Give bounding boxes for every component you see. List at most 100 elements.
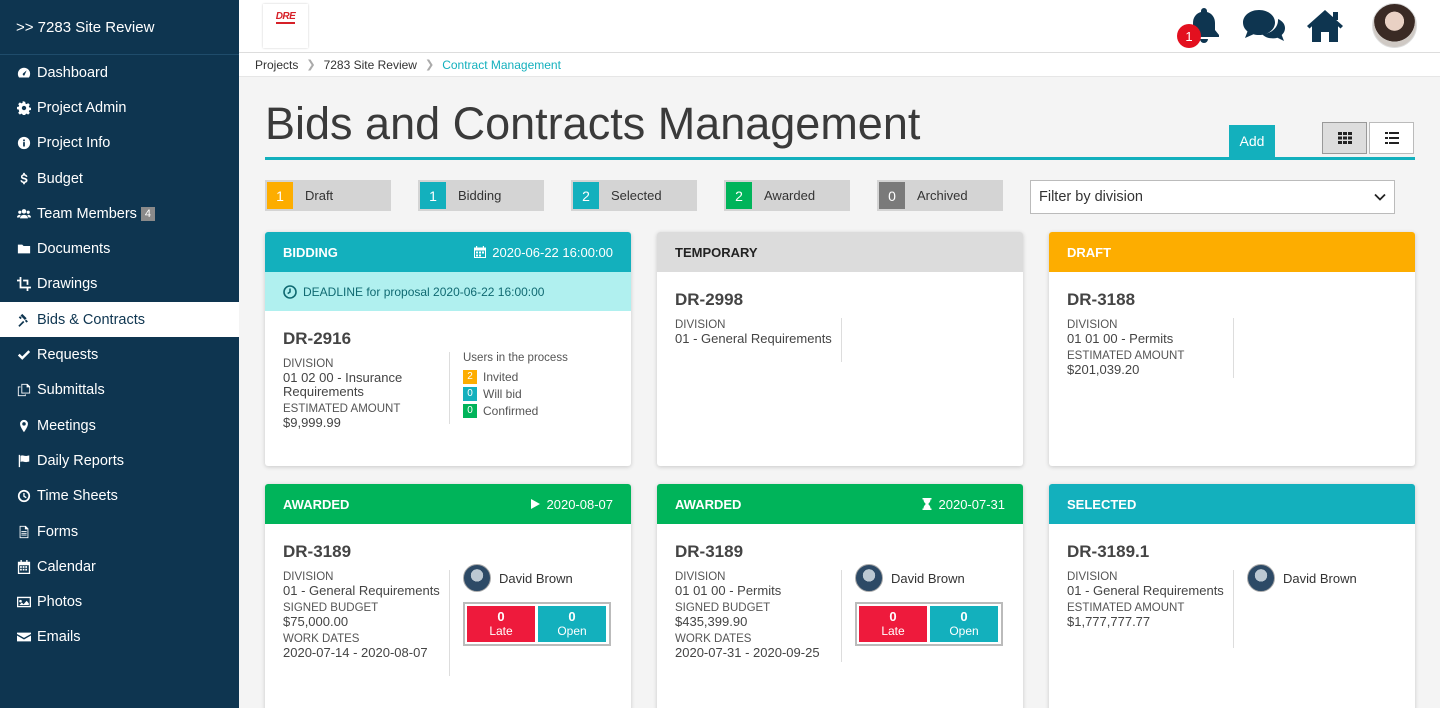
sidebar-item-forms[interactable]: Forms <box>0 514 239 549</box>
title-divider <box>265 157 1415 160</box>
map-marker-icon <box>17 419 31 433</box>
work-dates-label: WORK DATES <box>675 633 752 645</box>
late-counter[interactable]: 0 Late <box>859 606 927 642</box>
division-filter-select[interactable]: Filter by division <box>1030 180 1395 214</box>
sidebar-item-label: Bids & Contracts <box>37 311 145 328</box>
sidebar-item-drawings[interactable]: Drawings <box>0 267 239 302</box>
user-avatar[interactable] <box>1372 3 1417 48</box>
sidebar-item-budget[interactable]: Budget <box>0 161 239 196</box>
status-count: 1 <box>265 180 295 211</box>
card-status: TEMPORARY <box>675 244 758 260</box>
copy-icon <box>17 383 31 397</box>
card-header: AWARDED 2020-08-07 <box>265 484 631 524</box>
grid-view-button[interactable] <box>1322 122 1367 154</box>
card-date: 2020-06-22 16:00:00 <box>492 244 613 260</box>
chat-icon[interactable] <box>1241 8 1287 51</box>
late-counter[interactable]: 0 Late <box>467 606 535 642</box>
sidebar-item-label: Meetings <box>37 417 96 434</box>
amount-label: ESTIMATED AMOUNT <box>1067 350 1185 362</box>
sidebar-item-project-info[interactable]: Project Info <box>0 126 239 161</box>
sidebar-item-project-admin[interactable]: Project Admin <box>0 90 239 125</box>
contract-card[interactable]: AWARDED 2020-08-07 DR-3189 DIVISION 01 -… <box>265 484 631 708</box>
contract-card[interactable]: SELECTED DR-3189.1 DIVISION 01 - General… <box>1049 484 1415 708</box>
sidebar-item-daily-reports[interactable]: Daily Reports <box>0 443 239 478</box>
status-label: Awarded <box>764 188 816 203</box>
assigned-person[interactable]: David Brown <box>463 564 611 592</box>
flag-icon <box>17 454 31 468</box>
add-button[interactable]: Add <box>1229 125 1275 157</box>
column-divider <box>841 318 842 362</box>
breadcrumb-project[interactable]: 7283 Site Review <box>324 58 417 72</box>
dollar-icon <box>17 172 31 186</box>
breadcrumb-projects[interactable]: Projects <box>255 58 298 72</box>
contract-id: DR-3189 <box>283 542 352 561</box>
contract-card[interactable]: DRAFT DR-3188 DIVISION 01 01 00 - Permit… <box>1049 232 1415 466</box>
status-filter-bidding[interactable]: 1 Bidding <box>418 180 544 211</box>
sidebar-item-label: Emails <box>37 629 81 646</box>
calendar-icon <box>474 246 487 258</box>
division-label: DIVISION <box>283 358 334 370</box>
sidebar-item-documents[interactable]: Documents <box>0 231 239 266</box>
hourglass-icon <box>922 498 931 510</box>
sidebar-item-label: Submittals <box>37 382 105 399</box>
sidebar-item-time-sheets[interactable]: Time Sheets <box>0 479 239 514</box>
company-logo[interactable]: DRE <box>263 4 308 48</box>
assigned-person[interactable]: David Brown <box>855 564 1003 592</box>
contract-card[interactable]: TEMPORARY DR-2998 DIVISION 01 - General … <box>657 232 1023 466</box>
contract-card[interactable]: AWARDED 2020-07-31 DR-3189 DIVISION 01 0… <box>657 484 1023 708</box>
info-icon <box>17 136 31 150</box>
sidebar-item-label: Calendar <box>37 558 96 575</box>
breadcrumb: Projects ❯ 7283 Site Review ❯ Contract M… <box>239 53 1440 77</box>
project-title[interactable]: >> 7283 Site Review <box>0 0 239 55</box>
work-dates-value: 2020-07-31 - 2020-09-25 <box>675 645 820 660</box>
users-icon <box>17 207 31 221</box>
sidebar-item-submittals[interactable]: Submittals <box>0 373 239 408</box>
sidebar-item-emails[interactable]: Emails <box>0 620 239 655</box>
sidebar-item-requests[interactable]: Requests <box>0 337 239 372</box>
sidebar-item-calendar[interactable]: Calendar <box>0 549 239 584</box>
home-icon[interactable] <box>1305 8 1345 49</box>
sidebar-item-photos[interactable]: Photos <box>0 584 239 619</box>
division-value: 01 - General Requirements <box>283 583 440 598</box>
division-label: DIVISION <box>675 571 726 583</box>
team-count-badge: 4 <box>140 206 156 221</box>
sidebar-item-dashboard[interactable]: Dashboard <box>0 55 239 90</box>
card-header: AWARDED 2020-07-31 <box>657 484 1023 524</box>
work-dates-value: 2020-07-14 - 2020-08-07 <box>283 645 428 660</box>
clock-icon <box>283 284 297 299</box>
division-value: 01 - General Requirements <box>675 331 832 346</box>
page-title: Bids and Contracts Management <box>265 98 921 149</box>
sidebar-item-label: Requests <box>37 347 99 364</box>
user-status-label: Will bid <box>483 386 522 401</box>
open-counter[interactable]: 0 Open <box>930 606 998 642</box>
status-filter-awarded[interactable]: 2 Awarded <box>724 180 850 211</box>
topbar: DRE 1 <box>239 0 1440 53</box>
sidebar-item-team-members[interactable]: Team Members 4 <box>0 196 239 231</box>
contract-card[interactable]: BIDDING 2020-06-22 16:00:00 DEADLINE for… <box>265 232 631 466</box>
sidebar-item-meetings[interactable]: Meetings <box>0 408 239 443</box>
division-label: DIVISION <box>1067 319 1118 331</box>
sidebar-item-label: Time Sheets <box>37 488 118 505</box>
file-icon <box>17 525 31 539</box>
person-avatar <box>463 564 491 592</box>
sidebar: >> 7283 Site Review Dashboard Project Ad… <box>0 0 239 708</box>
user-status-row: 0 Confirmed <box>463 402 568 419</box>
breadcrumb-current: Contract Management <box>442 57 561 72</box>
list-view-button[interactable] <box>1369 122 1414 154</box>
sidebar-item-label: Team Members <box>37 205 137 222</box>
crop-icon <box>17 277 31 292</box>
user-status-label: Confirmed <box>483 403 539 418</box>
status-filter-draft[interactable]: 1 Draft <box>265 180 391 211</box>
person-avatar <box>855 564 883 592</box>
sidebar-item-label: Budget <box>37 170 83 187</box>
status-filter-archived[interactable]: 0 Archived <box>877 180 1003 211</box>
status-filter-selected[interactable]: 2 Selected <box>571 180 697 211</box>
image-icon <box>17 595 31 609</box>
amount-value: $9,999.99 <box>283 415 341 430</box>
assigned-person[interactable]: David Brown <box>1247 564 1357 592</box>
sidebar-item-bids-contracts[interactable]: Bids & Contracts <box>0 302 239 338</box>
invited-count: 2 <box>463 369 477 384</box>
folder-icon <box>17 242 31 256</box>
open-counter[interactable]: 0 Open <box>538 606 606 642</box>
work-dates-label: WORK DATES <box>283 633 360 645</box>
